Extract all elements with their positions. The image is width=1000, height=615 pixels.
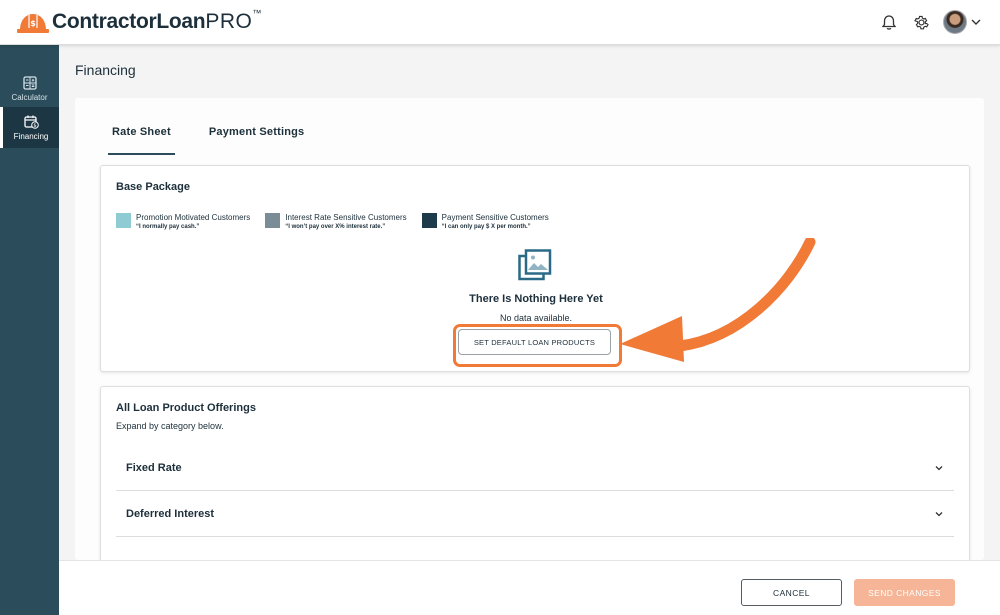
sidebar-item-calculator[interactable]: Calculator: [0, 71, 59, 107]
legend-quote: “I won’t pay over X% interest rate.”: [285, 224, 386, 230]
chevron-down-icon[interactable]: [934, 509, 944, 519]
accordion-label: Deferred Interest: [126, 507, 215, 520]
empty-state-subtitle: No data available.: [499, 313, 573, 323]
legend-quote: “I normally pay cash.”: [136, 224, 200, 230]
legend-swatch: [265, 213, 281, 228]
logo-text-main: ContractorLoan: [52, 10, 206, 33]
legend-name: Interest Rate Sensitive Customers: [285, 213, 407, 222]
chevron-down-icon[interactable]: [970, 16, 982, 28]
tab-payment-settings[interactable]: Payment Settings: [205, 126, 309, 155]
bell-icon[interactable]: [879, 12, 899, 32]
customer-legend: Promotion Motivated Customers “I normall…: [116, 213, 564, 231]
footer-bar: CANCEL SEND CHANGES: [59, 560, 1000, 615]
calendar-dollar-icon: $: [23, 115, 39, 129]
base-package-title: Base Package: [116, 181, 190, 193]
legend-item-payment: Payment Sensitive Customers “I can only …: [421, 213, 549, 231]
legend-item-promotion: Promotion Motivated Customers “I normall…: [116, 213, 250, 231]
legend-name: Promotion Motivated Customers: [136, 213, 251, 222]
avatar[interactable]: [943, 10, 967, 34]
base-package-card: Base Package Promotion Motivated Custome…: [100, 165, 970, 372]
logo-tm: ™: [252, 8, 262, 18]
svg-text:$: $: [30, 19, 36, 28]
tab-rate-sheet[interactable]: Rate Sheet: [108, 126, 175, 155]
send-changes-button[interactable]: SEND CHANGES: [854, 579, 955, 606]
sidebar-item-label: Calculator: [11, 93, 48, 102]
calculator-icon: [22, 76, 37, 90]
logo-text-pro: PRO: [205, 10, 253, 33]
legend-name: Payment Sensitive Customers: [441, 213, 549, 222]
header-actions: [879, 10, 982, 34]
empty-state-title: There Is Nothing Here Yet: [469, 293, 603, 305]
svg-text:$: $: [33, 123, 36, 129]
annotation-arrow-icon: [620, 238, 816, 362]
gear-icon[interactable]: [911, 12, 931, 32]
legend-item-interest-rate: Interest Rate Sensitive Customers “I won…: [265, 213, 407, 231]
app-logo[interactable]: $ ContractorLoanPRO™: [17, 8, 262, 34]
set-default-loan-products-button[interactable]: SET DEFAULT LOAN PRODUCTS: [458, 329, 611, 355]
accordion-deferred-interest[interactable]: Deferred Interest: [116, 491, 954, 537]
sidebar: Calculator $ Financing: [0, 45, 59, 615]
sidebar-item-financing[interactable]: $ Financing: [0, 107, 59, 148]
chevron-down-icon[interactable]: [934, 463, 944, 473]
legend-swatch: [421, 213, 437, 228]
accordion-fixed-rate[interactable]: Fixed Rate: [116, 445, 954, 491]
sidebar-item-label: Financing: [13, 131, 49, 141]
user-menu[interactable]: [943, 10, 982, 34]
hardhat-logo-icon: $: [17, 11, 49, 33]
loan-offerings-card: All Loan Product Offerings Expand by cat…: [100, 386, 970, 560]
legend-swatch: [116, 213, 131, 228]
app-header: $ ContractorLoanPRO™: [0, 0, 1000, 45]
loan-offerings-subtitle: Expand by category below.: [116, 421, 224, 431]
main-panel: Rate Sheet Payment Settings Base Package…: [75, 98, 984, 560]
accordion-label: Fixed Rate: [126, 461, 182, 474]
legend-quote: “I can only pay $ X per month.”: [441, 224, 531, 230]
image-stack-icon: [518, 249, 552, 286]
page-title: Financing: [75, 62, 136, 78]
loan-offerings-title: All Loan Product Offerings: [116, 402, 256, 414]
cancel-button[interactable]: CANCEL: [741, 579, 842, 606]
tab-bar: Rate Sheet Payment Settings: [108, 126, 308, 155]
